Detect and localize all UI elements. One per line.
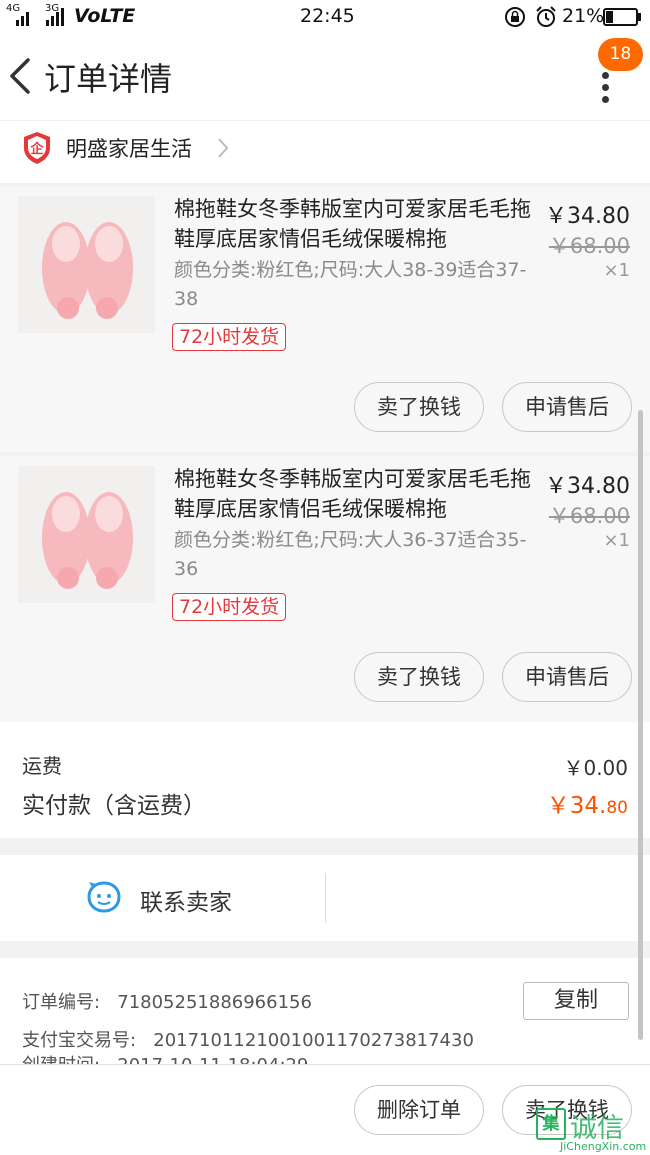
paid-amount: ￥34.80 [547, 786, 628, 820]
slipper-image-icon [18, 196, 155, 333]
slipper-image-icon [18, 466, 155, 603]
alipay-row: 支付宝交易号: 2017101121001001170273817430 [22, 1026, 474, 1052]
svg-text:企: 企 [29, 141, 44, 157]
watermark-logo: 集 诚信 JiChengXin.com [532, 1106, 650, 1155]
status-bar: 4G 3G VoLTE 22:45 21% [0, 0, 650, 34]
shipping-tag: 72小时发货 [172, 323, 287, 351]
paid-currency: ￥ [546, 793, 570, 819]
created-time: 2017-10-11 18:04:29 [117, 1055, 308, 1064]
product-original-price: ￥68.00 [548, 234, 630, 258]
product-quantity: ×1 [603, 260, 630, 281]
product-price: ￥34.80 [545, 204, 630, 229]
resell-button[interactable]: 卖了换钱 [354, 382, 484, 432]
order-number-label: 订单编号: [22, 992, 101, 1013]
chat-bubble-icon[interactable] [86, 880, 122, 916]
created-row: 创建时间: 2017-10-11 18:04:29 [22, 1051, 308, 1064]
paid-label: 实付款（含运费） [22, 793, 206, 819]
watermark-en: JiChengXin.com [560, 1140, 647, 1153]
shipping-value: ￥0.00 [563, 756, 628, 780]
alipay-label: 支付宝交易号: [22, 1030, 137, 1051]
product-image[interactable] [18, 196, 155, 333]
nav-bar: 订单详情 18 [0, 34, 650, 120]
divider [325, 873, 326, 923]
order-number-row: 订单编号: 71805251886966156 [22, 988, 312, 1014]
after-sales-button[interactable]: 申请售后 [502, 382, 632, 432]
order-number: 71805251886966156 [117, 992, 312, 1013]
shop-row[interactable]: 企 明盛家居生活 [0, 121, 650, 183]
chevron-right-icon [218, 138, 229, 158]
alipay-number: 2017101121001001170273817430 [153, 1030, 474, 1051]
enterprise-shop-icon: 企 [24, 132, 50, 164]
product-quantity: ×1 [603, 530, 630, 551]
product-sku: 颜色分类:粉红色;尺码:大人38-39适合37-38 [174, 259, 527, 310]
rotation-lock-icon [505, 7, 525, 27]
product-title[interactable]: 棉拖鞋女冬季韩版室内可爱家居毛毛拖鞋厚底居家情侣毛绒保暖棉拖 [174, 464, 534, 524]
scrollbar[interactable] [638, 410, 643, 1040]
signal-1-label: 4G [6, 3, 21, 14]
order-item[interactable]: 棉拖鞋女冬季韩版室内可爱家居毛毛拖鞋厚底居家情侣毛绒保暖棉拖 颜色分类:粉红色;… [0, 456, 650, 722]
message-badge: 18 [598, 38, 643, 71]
alarm-icon [536, 6, 556, 27]
product-image[interactable] [18, 466, 155, 603]
payment-summary: 运费 ￥0.00 实付款（含运费） ￥34.80 [0, 722, 650, 838]
shipping-label: 运费 [22, 754, 62, 778]
contact-section: 联系卖家 [0, 855, 650, 941]
battery-percent: 21% [562, 5, 605, 27]
shipping-tag: 72小时发货 [172, 593, 287, 621]
product-title[interactable]: 棉拖鞋女冬季韩版室内可爱家居毛毛拖鞋厚底居家情侣毛绒保暖棉拖 [174, 194, 534, 254]
page-title: 订单详情 [44, 60, 173, 98]
back-arrow-icon[interactable] [4, 54, 38, 98]
delete-order-button[interactable]: 删除订单 [354, 1085, 484, 1135]
contact-seller-button[interactable]: 联系卖家 [140, 883, 232, 917]
product-original-price: ￥68.00 [548, 504, 630, 528]
product-price: ￥34.80 [545, 474, 630, 499]
paid-integer: 34. [569, 793, 607, 819]
watermark-glyph: 集 [536, 1108, 566, 1140]
order-info: 订单编号: 71805251886966156 复制 支付宝交易号: 20171… [0, 958, 650, 1064]
network-label: VoLTE [74, 5, 136, 27]
resell-button[interactable]: 卖了换钱 [354, 652, 484, 702]
paid-decimal: 80 [606, 798, 628, 818]
copy-button[interactable]: 复制 [523, 982, 629, 1020]
product-sku: 颜色分类:粉红色;尺码:大人36-37适合35-36 [174, 529, 527, 580]
more-menu-icon[interactable] [596, 70, 616, 104]
order-item[interactable]: 棉拖鞋女冬季韩版室内可爱家居毛毛拖鞋厚底居家情侣毛绒保暖棉拖 颜色分类:粉红色;… [0, 186, 650, 452]
created-label: 创建时间: [22, 1055, 100, 1064]
battery-icon [603, 8, 641, 26]
after-sales-button[interactable]: 申请售后 [502, 652, 632, 702]
signal-2-label: 3G [45, 3, 60, 14]
shop-name[interactable]: 明盛家居生活 [66, 133, 192, 163]
clock: 22:45 [300, 5, 355, 27]
